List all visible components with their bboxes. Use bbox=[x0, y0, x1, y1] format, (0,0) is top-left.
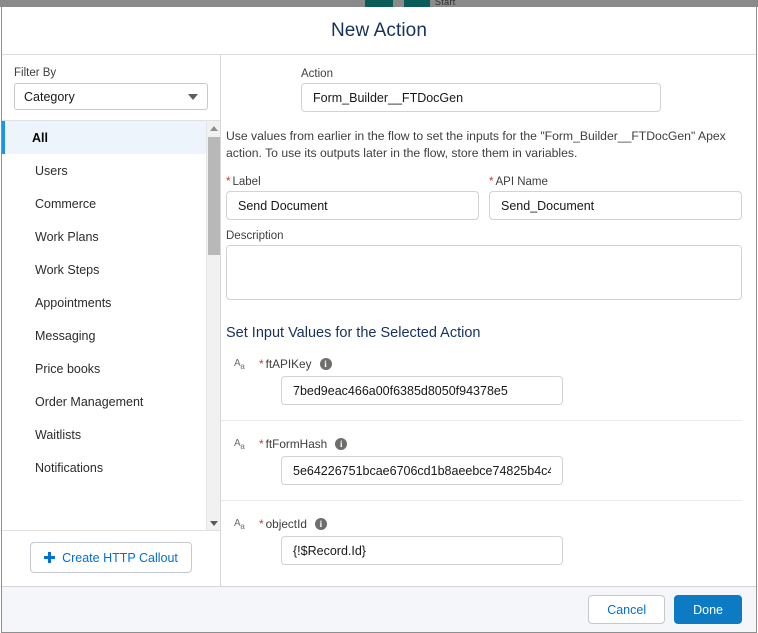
sidebar-item-work-plans[interactable]: Work Plans bbox=[2, 220, 206, 253]
action-detail-panel: Action Use values from earlier in the fl… bbox=[221, 55, 756, 586]
category-scrollbar[interactable] bbox=[206, 121, 220, 530]
filter-block: Filter By Category bbox=[2, 55, 220, 121]
required-marker: * bbox=[226, 176, 231, 188]
input-value-header: Aa * ftAPIKey i bbox=[234, 357, 742, 371]
action-field-label: Action bbox=[301, 68, 333, 80]
action-field-block: Action bbox=[221, 55, 742, 112]
sidebar-item-label: Work Plans bbox=[35, 229, 99, 244]
sidebar-item-users[interactable]: Users bbox=[2, 154, 206, 187]
required-marker: * bbox=[259, 517, 264, 531]
info-icon[interactable]: i bbox=[314, 518, 327, 530]
input-values-list: Aa *ftAPIKey i Aa *ftFormHash i Aa *objectId i bbox=[221, 341, 742, 580]
api-name-field-label: * API Name bbox=[489, 176, 548, 188]
action-input[interactable] bbox=[301, 83, 661, 112]
category-list-wrapper: All Users Commerce Work Plans Work Steps Appo… bbox=[2, 121, 220, 530]
input-values-section-title: Set Input Values for the Selected Action bbox=[226, 325, 481, 341]
sidebar-item-label: Waitlists bbox=[35, 427, 82, 442]
filter-by-select[interactable]: Category bbox=[14, 83, 208, 110]
label-field-group: * Label bbox=[226, 176, 479, 220]
api-name-field-group: * API Name bbox=[489, 176, 742, 220]
sidebar-item-label: Notifications bbox=[35, 460, 104, 475]
input-value-name: * ftFormHash bbox=[259, 437, 328, 451]
sidebar-item-label: Price books bbox=[35, 361, 101, 376]
sidebar-item-order-management[interactable]: Order Management bbox=[2, 385, 206, 418]
new-action-modal: New Action Filter By Category All Users Co… bbox=[1, 7, 757, 633]
input-value-name: * objectId bbox=[259, 517, 307, 531]
label-input[interactable] bbox=[226, 191, 479, 220]
page-title: New Action bbox=[330, 19, 428, 41]
flow-node-shape bbox=[404, 0, 430, 7]
text-type-icon: Aa bbox=[234, 518, 245, 531]
done-button[interactable]: Done bbox=[674, 595, 742, 624]
info-icon[interactable]: i bbox=[319, 358, 332, 370]
modal-footer: Cancel Done bbox=[2, 587, 756, 632]
required-marker: * bbox=[489, 176, 494, 188]
text-type-icon: Aa bbox=[234, 358, 245, 371]
sidebar-item-appointments[interactable]: Appointments bbox=[2, 286, 206, 319]
sidebar-footer: Create HTTP Callout bbox=[2, 530, 220, 586]
flow-node-shape bbox=[365, 0, 393, 7]
sidebar-item-label: All bbox=[32, 130, 48, 145]
sidebar-item-label: Work Steps bbox=[35, 262, 100, 277]
input-value-field[interactable] bbox=[281, 536, 563, 565]
sidebar-item-commerce[interactable]: Commerce bbox=[2, 187, 206, 220]
description-field-group: Description bbox=[221, 220, 742, 305]
filter-by-label: Filter By bbox=[14, 67, 57, 79]
label-api-row: *Label *API Name bbox=[221, 162, 742, 220]
filter-sidebar: Filter By Category All Users Commerce Work … bbox=[2, 55, 221, 586]
scroll-down-arrow-icon[interactable] bbox=[207, 516, 221, 530]
required-marker: * bbox=[259, 437, 264, 451]
sidebar-item-waitlists[interactable]: Waitlists bbox=[2, 418, 206, 451]
sidebar-item-label: Appointments bbox=[35, 295, 112, 310]
category-list: All Users Commerce Work Plans Work Steps Appo… bbox=[2, 121, 206, 530]
filter-by-value: Category bbox=[24, 89, 75, 104]
description-textarea[interactable] bbox=[226, 245, 742, 300]
input-value-field[interactable] bbox=[281, 456, 563, 485]
sidebar-item-notifications[interactable]: Notifications bbox=[2, 451, 206, 484]
sidebar-item-label: Users bbox=[35, 163, 68, 178]
input-value-row: Aa * ftAPIKey i bbox=[221, 341, 742, 421]
chevron-down-icon bbox=[188, 93, 198, 100]
description-field-label: Description bbox=[226, 230, 284, 242]
create-http-callout-button[interactable]: Create HTTP Callout bbox=[30, 542, 192, 573]
modal-body: Filter By Category All Users Commerce Work … bbox=[2, 55, 756, 587]
action-help-text: Use values from earlier in the flow to s… bbox=[226, 129, 726, 160]
sidebar-item-label: Order Management bbox=[35, 394, 144, 409]
input-value-name: * ftAPIKey bbox=[259, 357, 312, 371]
flow-node-label: Start bbox=[435, 0, 456, 7]
create-http-callout-label: Create HTTP Callout bbox=[62, 550, 178, 565]
sidebar-item-price-books[interactable]: Price books bbox=[2, 352, 206, 385]
scrollbar-thumb[interactable] bbox=[208, 137, 220, 255]
input-value-header: Aa * ftFormHash i bbox=[234, 437, 742, 451]
flow-canvas-background: Start bbox=[0, 0, 758, 7]
input-value-header: Aa * objectId i bbox=[234, 517, 742, 531]
sidebar-item-label: Commerce bbox=[35, 196, 97, 211]
api-name-input[interactable] bbox=[489, 191, 742, 220]
modal-header: New Action bbox=[2, 7, 756, 55]
sidebar-item-messaging[interactable]: Messaging bbox=[2, 319, 206, 352]
sidebar-item-all[interactable]: All bbox=[2, 121, 206, 154]
input-value-row: Aa * objectId i bbox=[221, 501, 742, 580]
info-icon[interactable]: i bbox=[335, 438, 348, 450]
required-marker: * bbox=[259, 357, 264, 371]
plus-icon bbox=[44, 552, 56, 563]
text-type-icon: Aa bbox=[234, 438, 245, 451]
label-field-label: * Label bbox=[226, 176, 261, 188]
sidebar-item-label: Messaging bbox=[35, 328, 96, 343]
sidebar-item-work-steps[interactable]: Work Steps bbox=[2, 253, 206, 286]
scroll-up-arrow-icon[interactable] bbox=[207, 121, 221, 135]
input-value-field[interactable] bbox=[281, 376, 563, 405]
cancel-button[interactable]: Cancel bbox=[588, 595, 666, 624]
input-value-row: Aa * ftFormHash i bbox=[221, 421, 742, 501]
